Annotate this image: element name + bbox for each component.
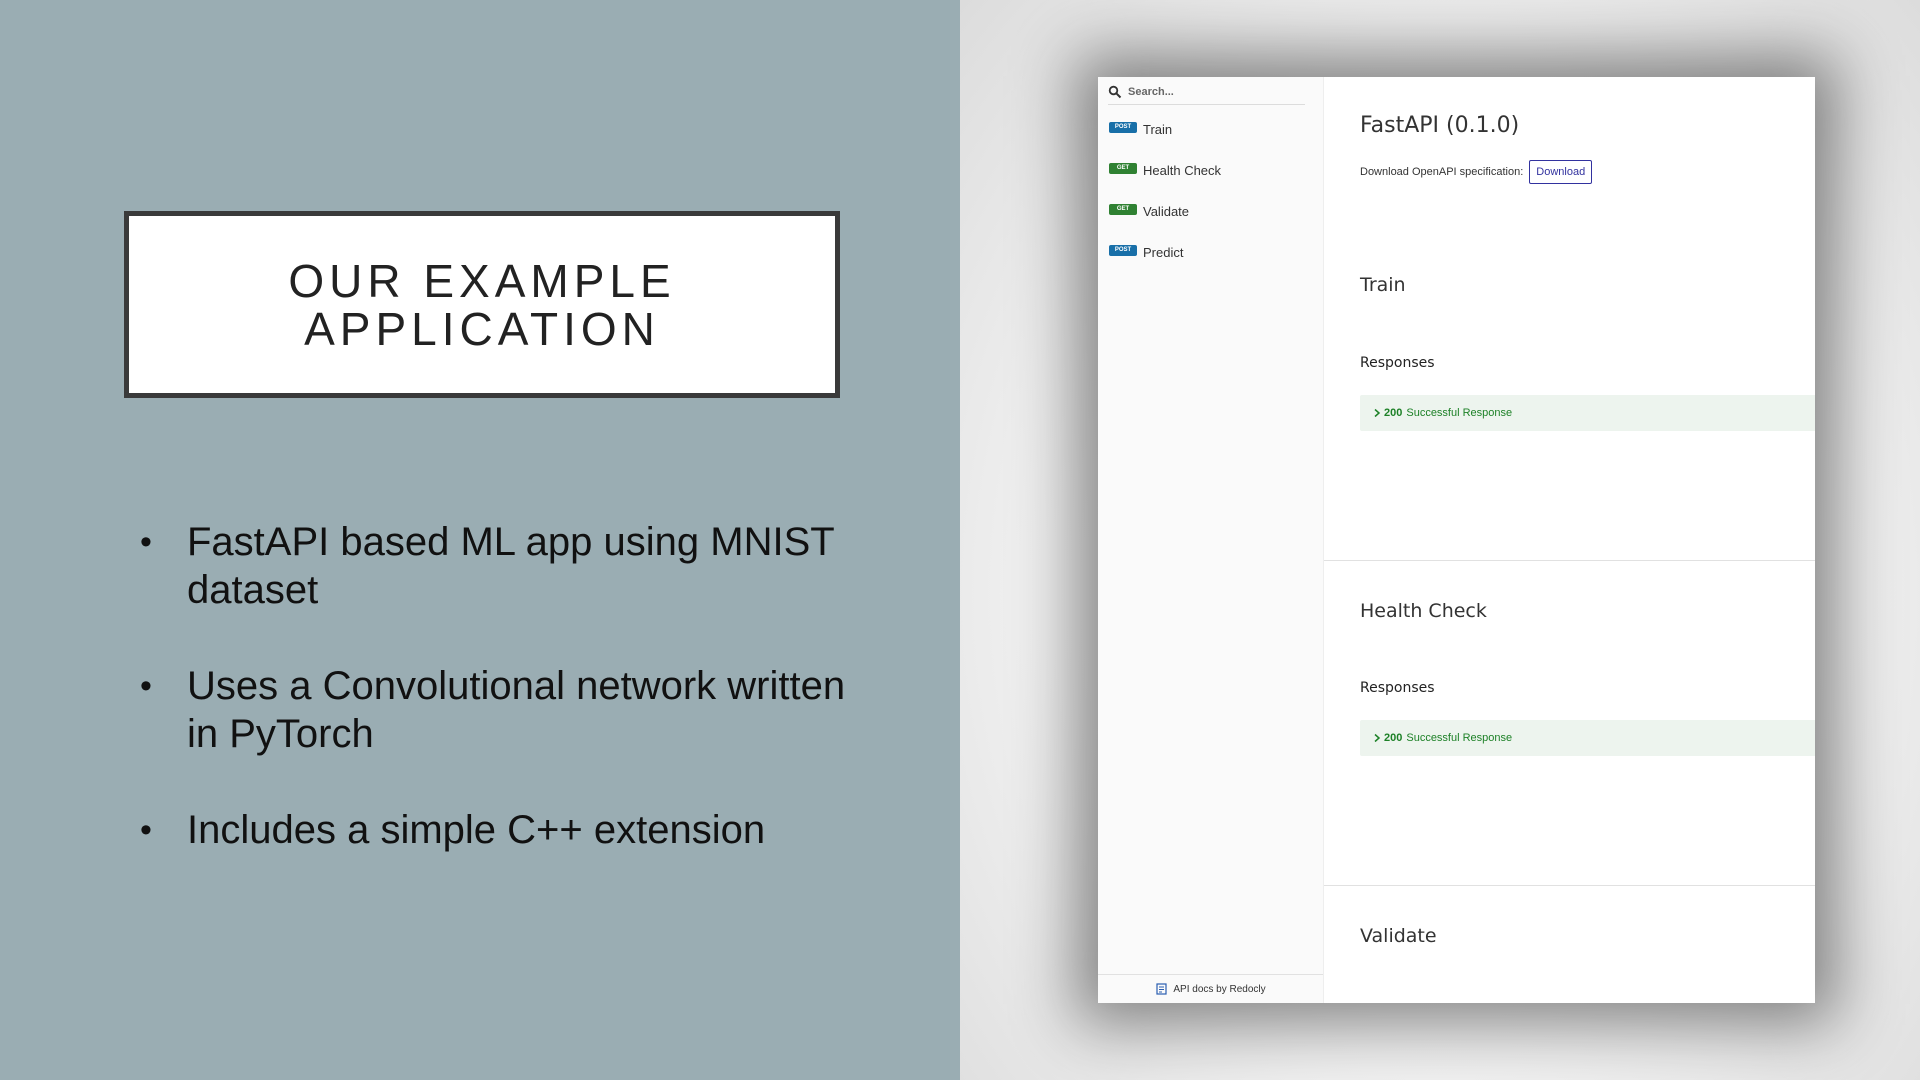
slide-left-panel: OUR EXAMPLE APPLICATION • FastAPI based …	[0, 0, 960, 1080]
docs-content: FastAPI (0.1.0) Download OpenAPI specifi…	[1324, 77, 1815, 1003]
search-icon	[1108, 85, 1122, 99]
chevron-right-icon	[1374, 733, 1381, 743]
api-title: FastAPI (0.1.0)	[1360, 113, 1520, 138]
search-input[interactable]	[1128, 86, 1298, 98]
bullet-item: • Includes a simple C++ extension	[140, 806, 860, 854]
docs-sidebar: POST Train GET Health Check GET Validate…	[1098, 77, 1324, 1003]
response-description: Successful Response	[1406, 407, 1513, 419]
bullet-item: • FastAPI based ML app using MNIST datas…	[140, 518, 860, 614]
post-method-badge: POST	[1109, 122, 1137, 133]
bullet-text-line-2: in PyTorch	[187, 712, 374, 756]
operation-title-validate: Validate	[1360, 925, 1437, 947]
redocly-logo-icon	[1156, 983, 1167, 995]
section-divider	[1324, 885, 1815, 886]
responses-heading: Responses	[1360, 680, 1435, 696]
sidebar-item-label: Train	[1143, 122, 1173, 137]
bullet-item: • Uses a Convolutional network written i…	[140, 662, 860, 758]
download-spec-row: Download OpenAPI specification: Download	[1360, 160, 1593, 184]
responses-heading: Responses	[1360, 355, 1435, 371]
sidebar-item-label: Validate	[1143, 204, 1190, 219]
redocly-footer-link[interactable]: API docs by Redocly	[1098, 974, 1323, 1003]
operations-nav: POST Train GET Health Check GET Validate…	[1098, 109, 1323, 273]
sidebar-item-health-check[interactable]: GET Health Check	[1098, 150, 1323, 191]
download-button[interactable]: Download	[1529, 160, 1593, 184]
bullet-text-line-2: dataset	[187, 568, 319, 612]
slide-bullet-list: • FastAPI based ML app using MNIST datas…	[140, 518, 860, 902]
bullet-dot-icon: •	[140, 811, 152, 849]
bullet-text-line-1: Uses a Convolutional network written	[187, 664, 846, 708]
api-docs-screenshot: POST Train GET Health Check GET Validate…	[1098, 77, 1815, 1003]
download-spec-label: Download OpenAPI specification:	[1360, 166, 1524, 178]
response-code: 200	[1384, 732, 1403, 744]
bullet-dot-icon: •	[140, 523, 152, 561]
bullet-text-line-1: FastAPI based ML app using MNIST	[187, 520, 835, 564]
search-box[interactable]	[1108, 80, 1305, 105]
response-description: Successful Response	[1406, 732, 1513, 744]
slide-title-box: OUR EXAMPLE APPLICATION	[124, 211, 840, 398]
operation-title-train: Train	[1360, 274, 1406, 296]
response-row-200-health-check[interactable]: 200 Successful Response	[1360, 720, 1815, 756]
sidebar-item-predict[interactable]: POST Predict	[1098, 232, 1323, 273]
redocly-footer-label: API docs by Redocly	[1173, 983, 1266, 995]
bullet-dot-icon: •	[140, 667, 152, 705]
get-method-badge: GET	[1109, 163, 1137, 174]
operation-title-health-check: Health Check	[1360, 600, 1487, 622]
chevron-right-icon	[1374, 408, 1381, 418]
sidebar-item-validate[interactable]: GET Validate	[1098, 191, 1323, 232]
slide-title-line-2: APPLICATION	[304, 302, 660, 355]
sidebar-item-train[interactable]: POST Train	[1098, 109, 1323, 150]
get-method-badge: GET	[1109, 204, 1137, 215]
section-divider	[1324, 560, 1815, 561]
bullet-text-line-1: Includes a simple C++ extension	[187, 808, 766, 852]
slide-title-line-1: OUR EXAMPLE	[288, 254, 676, 307]
response-row-200-train[interactable]: 200 Successful Response	[1360, 395, 1815, 431]
sidebar-item-label: Predict	[1143, 245, 1184, 260]
slide-title: OUR EXAMPLE APPLICATION	[288, 257, 675, 353]
sidebar-item-label: Health Check	[1143, 163, 1222, 178]
post-method-badge: POST	[1109, 245, 1137, 256]
response-code: 200	[1384, 407, 1403, 419]
